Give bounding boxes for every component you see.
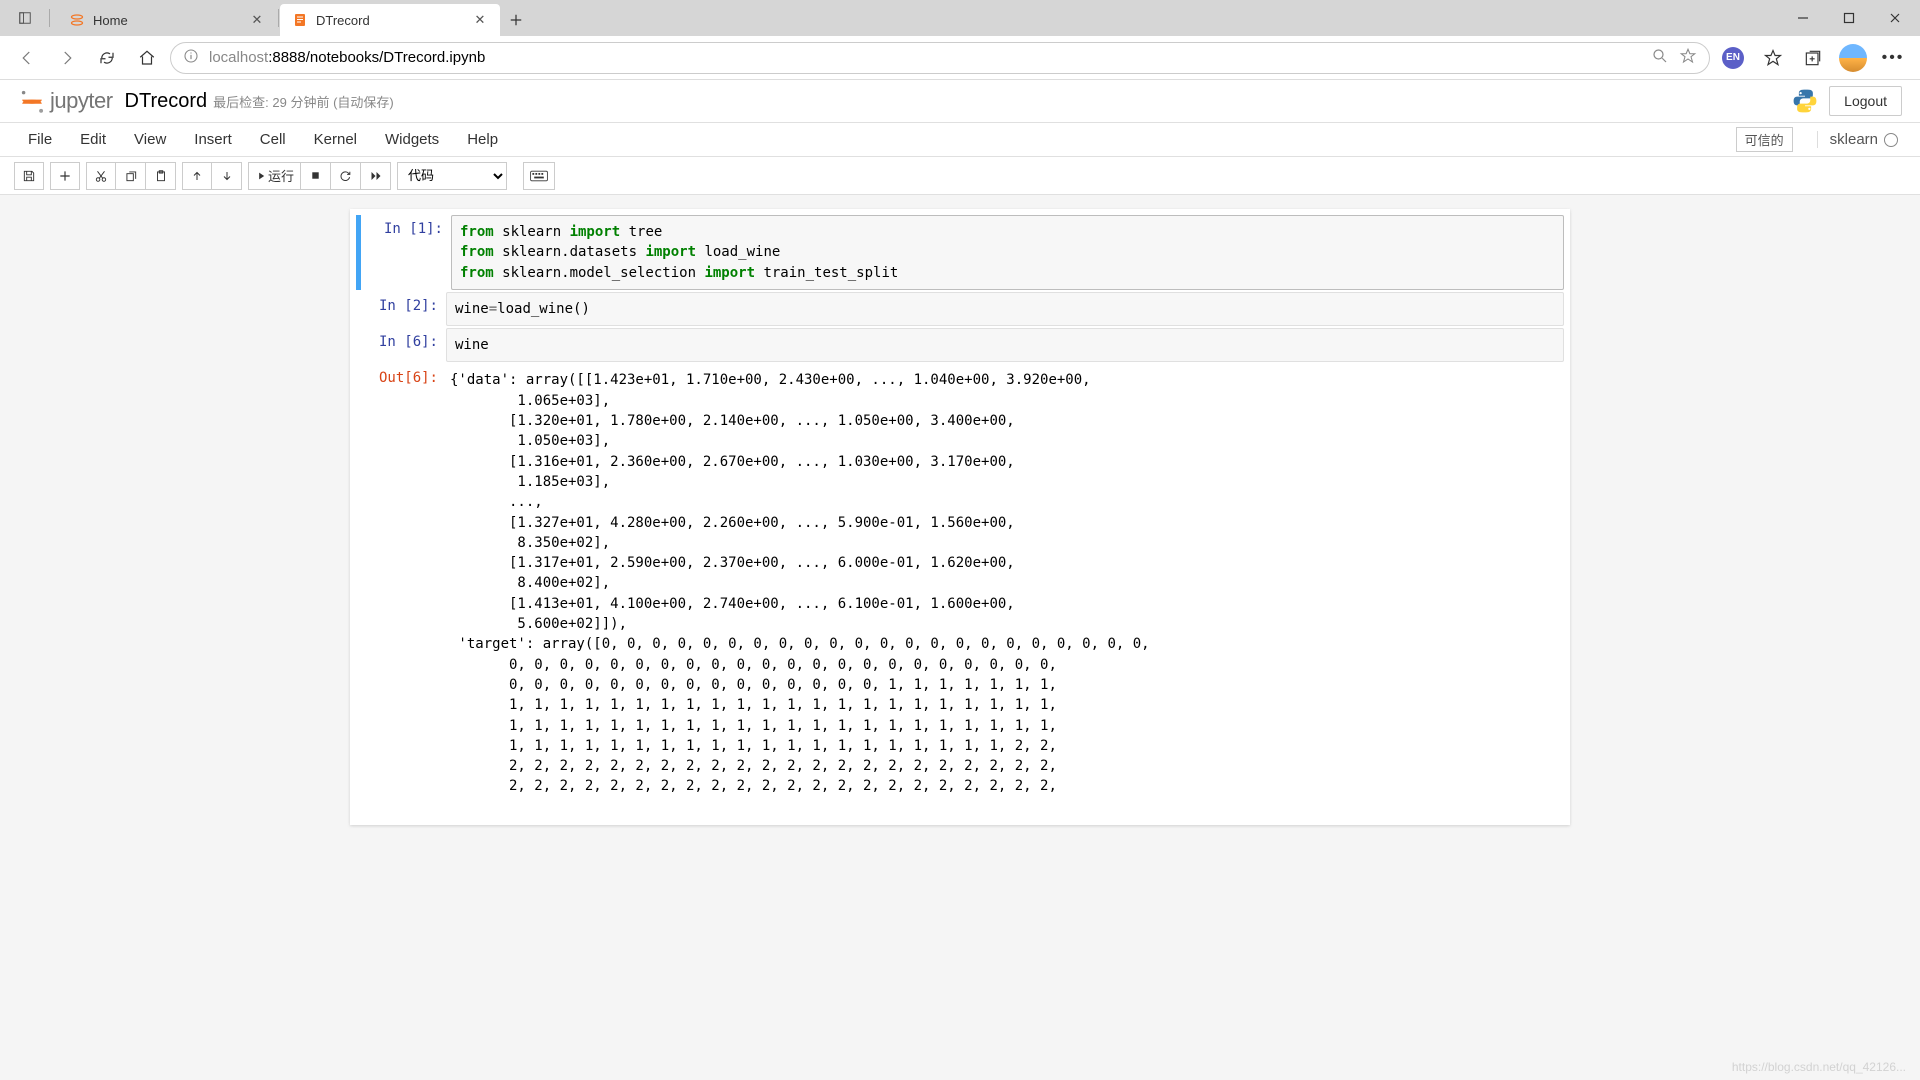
menu-file[interactable]: File (14, 127, 66, 152)
window-maximize-button[interactable] (1826, 0, 1872, 36)
python-logo-icon (1791, 87, 1819, 115)
forward-button (50, 41, 84, 75)
favorites-button[interactable] (1756, 41, 1790, 75)
code-input[interactable]: wine=load_wine() (446, 292, 1564, 326)
copy-button[interactable] (116, 162, 146, 190)
home-button[interactable] (130, 41, 164, 75)
notebook-favicon-icon (292, 12, 308, 28)
add-cell-button[interactable] (50, 162, 80, 190)
tab-actions-icon[interactable] (2, 0, 48, 36)
menu-kernel[interactable]: Kernel (300, 127, 371, 152)
tab-title: Home (93, 13, 241, 28)
run-button[interactable]: 运行 (248, 162, 301, 190)
menu-cell[interactable]: Cell (246, 127, 300, 152)
toolbar: 运行 代码 (0, 157, 1920, 195)
output-cell: Out[6]: {'data': array([[1.423e+01, 1.71… (356, 364, 1564, 802)
favorite-icon[interactable] (1679, 47, 1697, 69)
browser-tabstrip: Home ✕ DTrecord ✕ (0, 0, 1920, 36)
code-cell[interactable]: In [1]: from sklearn import tree from sk… (356, 215, 1564, 290)
input-prompt: In [2]: (356, 292, 446, 326)
close-icon[interactable]: ✕ (472, 12, 488, 28)
jupyter-logo[interactable]: jupyter (18, 87, 113, 115)
cut-button[interactable] (86, 162, 116, 190)
window-close-button[interactable] (1872, 0, 1918, 36)
language-badge[interactable]: EN (1716, 41, 1750, 75)
menu-view[interactable]: View (120, 127, 180, 152)
move-up-button[interactable] (182, 162, 212, 190)
kernel-idle-icon (1884, 133, 1898, 147)
output-area: {'data': array([[1.423e+01, 1.710e+00, 2… (446, 364, 1564, 802)
code-cell[interactable]: In [2]: wine=load_wine() (356, 292, 1564, 326)
restart-run-all-button[interactable] (361, 162, 391, 190)
browser-address-bar: localhost:8888/notebooks/DTrecord.ipynb … (0, 36, 1920, 80)
input-prompt: In [1]: (361, 215, 451, 290)
logout-button[interactable]: Logout (1829, 86, 1902, 116)
url-text: localhost:8888/notebooks/DTrecord.ipynb (209, 49, 485, 66)
zoom-icon[interactable] (1651, 47, 1669, 69)
interrupt-button[interactable] (301, 162, 331, 190)
more-menu-button[interactable]: ••• (1876, 41, 1910, 75)
menu-insert[interactable]: Insert (180, 127, 246, 152)
input-prompt: In [6]: (356, 328, 446, 362)
jupyter-favicon-icon (69, 12, 85, 28)
code-input[interactable]: from sklearn import tree from sklearn.da… (451, 215, 1564, 290)
new-tab-button[interactable] (500, 4, 532, 36)
code-cell[interactable]: In [6]: wine (356, 328, 1564, 362)
code-input[interactable]: wine (446, 328, 1564, 362)
checkpoint-status: 最后检查: 29 分钟前 (自动保存) (213, 92, 394, 111)
restart-button[interactable] (331, 162, 361, 190)
menu-bar: File Edit View Insert Cell Kernel Widget… (0, 123, 1920, 157)
menu-edit[interactable]: Edit (66, 127, 120, 152)
output-prompt: Out[6]: (356, 364, 446, 802)
browser-tab-dtrecord[interactable]: DTrecord ✕ (280, 4, 500, 36)
notebook-name[interactable]: DTrecord (125, 90, 208, 113)
notebook-header: jupyter DTrecord 最后检查: 29 分钟前 (自动保存) Log… (0, 80, 1920, 123)
site-info-icon[interactable] (183, 48, 199, 68)
close-icon[interactable]: ✕ (249, 12, 265, 28)
collections-button[interactable] (1796, 41, 1830, 75)
cell-type-select[interactable]: 代码 (397, 162, 507, 190)
save-button[interactable] (14, 162, 44, 190)
refresh-button[interactable] (90, 41, 124, 75)
back-button[interactable] (10, 41, 44, 75)
kernel-indicator[interactable]: sklearn (1817, 131, 1906, 148)
window-minimize-button[interactable] (1780, 0, 1826, 36)
menu-help[interactable]: Help (453, 127, 512, 152)
paste-button[interactable] (146, 162, 176, 190)
notebook-scroll-area[interactable]: In [1]: from sklearn import tree from sk… (0, 195, 1920, 1080)
jupyter-logo-icon (18, 87, 46, 115)
code-text: wine (455, 335, 1555, 355)
code-text: wine=load_wine() (455, 299, 1555, 319)
browser-tab-home[interactable]: Home ✕ (57, 4, 277, 36)
move-down-button[interactable] (212, 162, 242, 190)
url-input[interactable]: localhost:8888/notebooks/DTrecord.ipynb (170, 42, 1710, 74)
command-palette-button[interactable] (523, 162, 555, 190)
code-text: from sklearn import tree from sklearn.da… (460, 222, 1555, 283)
output-text: {'data': array([[1.423e+01, 1.710e+00, 2… (450, 370, 1564, 796)
watermark: https://blog.csdn.net/qq_42126... (1732, 1060, 1906, 1074)
menu-widgets[interactable]: Widgets (371, 127, 453, 152)
trusted-indicator[interactable]: 可信的 (1736, 127, 1793, 152)
tab-title: DTrecord (316, 13, 464, 28)
notebook-container: In [1]: from sklearn import tree from sk… (350, 209, 1570, 825)
profile-avatar[interactable] (1836, 41, 1870, 75)
